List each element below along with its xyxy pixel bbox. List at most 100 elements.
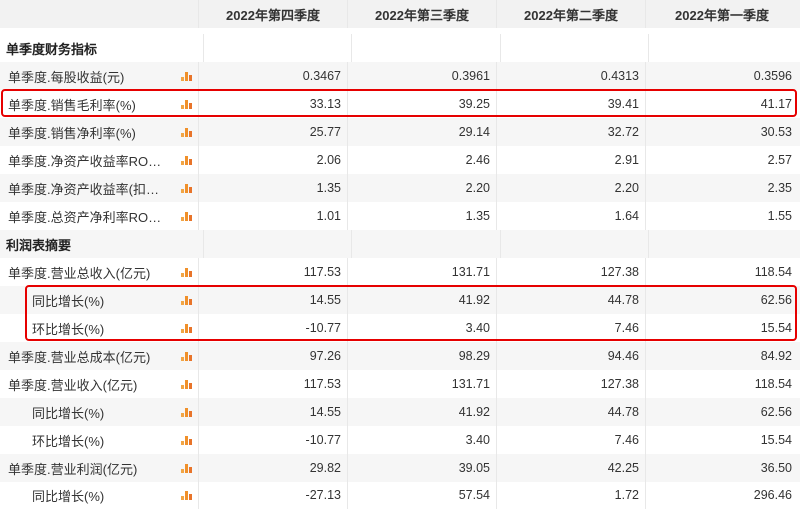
table-row: 单季度.营业利润(亿元) 29.82 39.05 42.25 36.50 (0, 454, 800, 482)
cell-value: 2.06 (198, 146, 347, 174)
cell-value: -10.77 (198, 314, 347, 342)
cell-value: 127.38 (496, 258, 645, 286)
column-header-q3[interactable]: 2022年第三季度 (347, 0, 496, 28)
table-row: 环比增长(%) -10.77 3.40 7.46 15.54 (0, 314, 800, 342)
cell-value: 41.17 (645, 90, 798, 118)
row-label: 同比增长(%) (32, 405, 105, 421)
row-label: 同比增长(%) (32, 488, 105, 504)
section-header-income-summary: 利润表摘要 (0, 230, 800, 258)
cell-value: 2.20 (347, 174, 496, 202)
row-label: 单季度.净资产收益率(扣… (8, 181, 159, 197)
row-label: 单季度.净资产收益率RO… (8, 153, 162, 169)
table-row: 单季度.总资产净利率RO… 1.01 1.35 1.64 1.55 (0, 202, 800, 230)
bar-chart-icon[interactable] (181, 99, 192, 109)
row-label: 单季度.销售毛利率(%) (8, 97, 136, 113)
cell-value: 2.57 (645, 146, 798, 174)
table-row: 单季度.营业收入(亿元) 117.53 131.71 127.38 118.54 (0, 370, 800, 398)
cell-value: 3.40 (347, 314, 496, 342)
table-row: 单季度.销售净利率(%) 25.77 29.14 32.72 30.53 (0, 118, 800, 146)
bar-chart-icon[interactable] (181, 71, 192, 81)
bar-chart-icon[interactable] (181, 435, 192, 445)
bar-chart-icon[interactable] (181, 351, 192, 361)
bar-chart-icon[interactable] (181, 127, 192, 137)
bar-chart-icon[interactable] (181, 379, 192, 389)
cell-value: 29.14 (347, 118, 496, 146)
cell-value: 29.82 (198, 454, 347, 482)
table-row: 单季度.净资产收益率RO… 2.06 2.46 2.91 2.57 (0, 146, 800, 174)
cell-value: 1.35 (198, 174, 347, 202)
cell-value: -27.13 (198, 481, 347, 509)
cell-value: 1.01 (198, 202, 347, 230)
bar-chart-icon[interactable] (181, 463, 192, 473)
row-label: 单季度.销售净利率(%) (8, 125, 136, 141)
bar-chart-icon[interactable] (181, 211, 192, 221)
table-row: 环比增长(%) -10.77 3.40 7.46 15.54 (0, 426, 800, 454)
cell-value: 2.35 (645, 174, 798, 202)
cell-value: 0.4313 (496, 62, 645, 90)
cell-value: 39.25 (347, 90, 496, 118)
table-header-row: 2022年第四季度 2022年第三季度 2022年第二季度 2022年第一季度 (0, 0, 800, 28)
cell-value: 15.54 (645, 314, 798, 342)
cell-value: 62.56 (645, 286, 798, 314)
cell-value: 97.26 (198, 342, 347, 370)
bar-chart-icon[interactable] (181, 267, 192, 277)
cell-value: 84.92 (645, 342, 798, 370)
cell-value: 14.55 (198, 286, 347, 314)
cell-value: 33.13 (198, 90, 347, 118)
table-row: 单季度.营业总成本(亿元) 97.26 98.29 94.46 84.92 (0, 342, 800, 370)
row-label: 环比增长(%) (32, 433, 105, 449)
cell-value: 44.78 (496, 398, 645, 426)
cell-value: 41.92 (347, 286, 496, 314)
row-label: 单季度.营业利润(亿元) (8, 461, 138, 477)
section-title: 利润表摘要 (6, 237, 72, 253)
cell-value: 296.46 (645, 481, 798, 509)
row-label: 同比增长(%) (32, 293, 105, 309)
row-label: 单季度.每股收益(元) (8, 69, 125, 85)
cell-value: 7.46 (496, 426, 645, 454)
table-row: 单季度.营业总收入(亿元) 117.53 131.71 127.38 118.5… (0, 258, 800, 286)
cell-value: 25.77 (198, 118, 347, 146)
cell-value: 1.55 (645, 202, 798, 230)
cell-value: 57.54 (347, 481, 496, 509)
section-header-financial-indicators: 单季度财务指标 (0, 34, 800, 62)
cell-value: 14.55 (198, 398, 347, 426)
header-blank-cell (0, 0, 198, 28)
bar-chart-icon[interactable] (181, 155, 192, 165)
table-row: 单季度.销售毛利率(%) 33.13 39.25 39.41 41.17 (0, 90, 800, 118)
bar-chart-icon[interactable] (181, 183, 192, 193)
row-label: 单季度.总资产净利率RO… (8, 209, 162, 225)
cell-value: 0.3961 (347, 62, 496, 90)
cell-value: 1.35 (347, 202, 496, 230)
cell-value: 1.72 (496, 481, 645, 509)
cell-value: 39.41 (496, 90, 645, 118)
cell-value: -10.77 (198, 426, 347, 454)
bar-chart-icon[interactable] (181, 295, 192, 305)
cell-value: 42.25 (496, 454, 645, 482)
bar-chart-icon[interactable] (181, 323, 192, 333)
column-header-q2[interactable]: 2022年第二季度 (496, 0, 645, 28)
row-label: 单季度.营业总成本(亿元) (8, 349, 151, 365)
table-row: 同比增长(%) 14.55 41.92 44.78 62.56 (0, 286, 800, 314)
cell-value: 0.3467 (198, 62, 347, 90)
cell-value: 0.3596 (645, 62, 798, 90)
cell-value: 41.92 (347, 398, 496, 426)
cell-value: 2.91 (496, 146, 645, 174)
cell-value: 39.05 (347, 454, 496, 482)
cell-value: 62.56 (645, 398, 798, 426)
cell-value: 2.20 (496, 174, 645, 202)
cell-value: 131.71 (347, 258, 496, 286)
cell-value: 1.64 (496, 202, 645, 230)
cell-value: 131.71 (347, 370, 496, 398)
column-header-q4[interactable]: 2022年第四季度 (198, 0, 347, 28)
table-row: 单季度.每股收益(元) 0.3467 0.3961 0.4313 0.3596 (0, 62, 800, 90)
cell-value: 98.29 (347, 342, 496, 370)
bar-chart-icon[interactable] (181, 490, 192, 500)
cell-value: 117.53 (198, 258, 347, 286)
cell-value: 30.53 (645, 118, 798, 146)
table-row: 同比增长(%) -27.13 57.54 1.72 296.46 (0, 481, 800, 509)
cell-value: 2.46 (347, 146, 496, 174)
cell-value: 15.54 (645, 426, 798, 454)
bar-chart-icon[interactable] (181, 407, 192, 417)
cell-value: 118.54 (645, 258, 798, 286)
column-header-q1[interactable]: 2022年第一季度 (645, 0, 798, 28)
